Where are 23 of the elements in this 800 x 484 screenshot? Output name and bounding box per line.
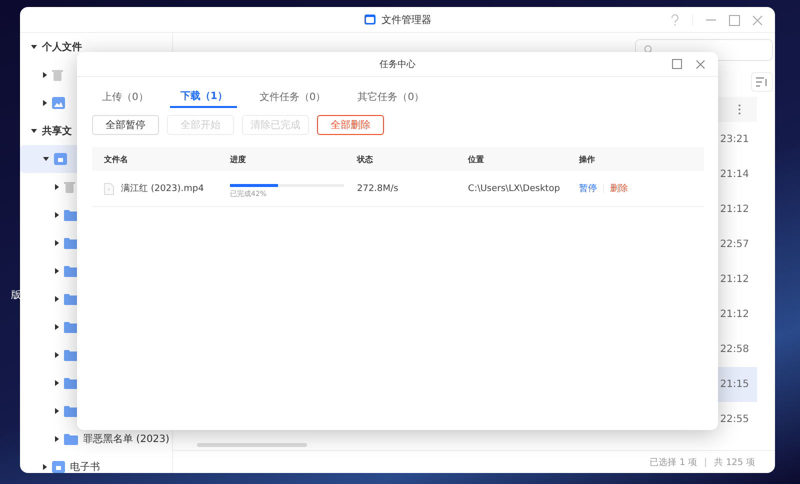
time-cell: 21:12 bbox=[720, 274, 749, 285]
speed-cell-text: 272.8M/s bbox=[357, 184, 400, 194]
time-cell: 22:55 bbox=[720, 414, 749, 425]
column-header: 文件名 bbox=[103, 154, 129, 164]
selection-count: 已选择 1 项 bbox=[650, 456, 698, 468]
column-header: 操作 bbox=[579, 154, 596, 164]
time-cell: 21:12 bbox=[720, 309, 749, 320]
location-cell-text: C:\Users\LX\Desktop bbox=[468, 184, 561, 194]
file-name: 满江红 (2023).mp4 bbox=[121, 182, 204, 195]
group-label: 共享文 bbox=[42, 124, 72, 138]
column-header: 状态 bbox=[357, 154, 374, 164]
column-header: 进度 bbox=[230, 154, 247, 164]
time-cell: 22:58 bbox=[720, 344, 749, 355]
total-count: 共 125 项 bbox=[714, 456, 755, 468]
time-cell: 21:15 bbox=[720, 379, 749, 390]
time-cell: 22:57 bbox=[720, 239, 749, 250]
window-title: 文件管理器 bbox=[382, 14, 432, 26]
dialog-title: 任务中心 bbox=[380, 58, 416, 70]
column-header: 位置 bbox=[468, 154, 485, 164]
item-label: 电子书 bbox=[70, 460, 100, 473]
desktop-label: 版 bbox=[11, 289, 21, 302]
group-label: 个人文件 bbox=[42, 40, 82, 54]
item-label: 罪恶黑名单 (2023) bbox=[83, 432, 170, 446]
